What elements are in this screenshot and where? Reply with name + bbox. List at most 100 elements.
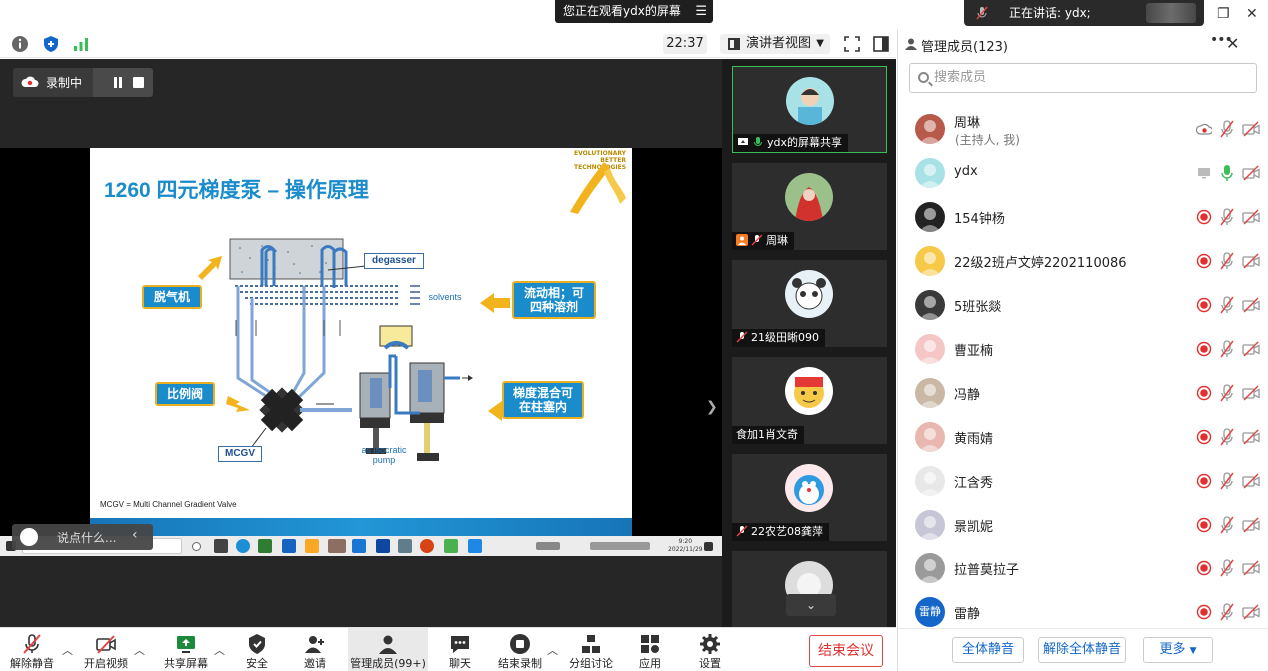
remote-app-icon xyxy=(282,539,296,553)
pump-diagram xyxy=(198,238,520,461)
meeting-clock: 22:37 xyxy=(663,34,707,54)
start-video-button[interactable]: 开启视频 xyxy=(80,628,132,671)
mic-muted-icon[interactable] xyxy=(1219,208,1235,226)
member-search-input[interactable]: 搜索成员 xyxy=(909,63,1257,93)
member-row[interactable]: 雷静 雷静 xyxy=(898,591,1268,633)
apps-icon xyxy=(641,635,659,653)
chat-button[interactable]: 聊天 xyxy=(440,628,480,671)
unmute-button[interactable]: 解除静音 xyxy=(6,628,58,671)
mic-muted-icon[interactable] xyxy=(1219,472,1235,490)
recording-dot-icon xyxy=(1196,385,1212,401)
chat-label: 聊天 xyxy=(449,657,471,670)
chevron-left-icon[interactable]: ‹ xyxy=(132,527,138,543)
remote-app-icon xyxy=(398,539,412,553)
more-button[interactable]: 更多 ▼ xyxy=(1143,637,1213,663)
collapse-video-icon[interactable]: ❯ xyxy=(706,399,718,415)
settings-button[interactable]: 设置 xyxy=(690,628,730,671)
end-meeting-button[interactable]: 结束会议 xyxy=(809,635,883,667)
video-tile[interactable]: 食加1肖文奇 xyxy=(732,357,887,444)
mic-options-caret[interactable]: ︿ xyxy=(62,642,73,658)
breakout-rooms-button[interactable]: 分组讨论 xyxy=(566,628,616,671)
member-row[interactable]: 黄雨婧 xyxy=(898,416,1268,458)
video-options-caret[interactable]: ︿ xyxy=(134,642,145,658)
member-row[interactable]: 周琳 (主持人, 我) xyxy=(898,108,1268,150)
manage-participants-button[interactable]: 管理成员(99+) xyxy=(348,628,428,671)
fullscreen-icon[interactable] xyxy=(843,35,861,53)
emoji-icon[interactable] xyxy=(20,528,38,546)
gear-icon xyxy=(700,634,720,654)
mic-muted-icon[interactable] xyxy=(1219,428,1235,446)
mic-muted-icon[interactable] xyxy=(1219,252,1235,270)
member-row[interactable]: 冯静 xyxy=(898,372,1268,414)
video-off-icon[interactable] xyxy=(1242,473,1260,489)
member-row[interactable]: 江含秀 xyxy=(898,460,1268,502)
invite-button[interactable]: 邀请 xyxy=(294,628,336,671)
close-panel-icon[interactable]: ✕ xyxy=(1226,34,1239,53)
mic-muted-icon[interactable] xyxy=(1219,120,1235,138)
shield-icon[interactable] xyxy=(42,35,60,53)
video-off-icon[interactable] xyxy=(1242,121,1260,137)
security-button[interactable]: 安全 xyxy=(236,628,278,671)
video-off-icon[interactable] xyxy=(1242,385,1260,401)
video-off-icon[interactable] xyxy=(1242,560,1260,576)
quick-chat-bar[interactable]: 说点什么... ‹ xyxy=(12,524,153,550)
video-off-icon[interactable] xyxy=(1242,341,1260,357)
member-row[interactable]: ydx xyxy=(898,152,1268,194)
video-off-icon[interactable] xyxy=(1242,209,1260,225)
unmute-all-button[interactable]: 解除全体静音 xyxy=(1038,637,1126,663)
mute-all-button[interactable]: 全体静音 xyxy=(952,637,1024,663)
mic-muted-icon[interactable] xyxy=(1219,384,1235,402)
video-tile[interactable]: ydx的屏幕共享 xyxy=(732,66,887,153)
pause-recording-button[interactable] xyxy=(114,77,117,88)
share-screen-button[interactable]: 共享屏幕 xyxy=(160,628,212,671)
watching-indicator[interactable]: 您正在观看ydx的屏幕 ☰ xyxy=(555,0,713,23)
avatar xyxy=(915,114,945,144)
info-icon[interactable] xyxy=(11,35,29,53)
apps-button[interactable]: 应用 xyxy=(630,628,670,671)
mic-muted-icon[interactable] xyxy=(1219,296,1235,314)
video-off-icon[interactable] xyxy=(1242,253,1260,269)
close-window-icon[interactable]: ✕ xyxy=(1246,6,1258,22)
remote-tray-icons xyxy=(536,542,560,550)
video-off-icon[interactable] xyxy=(1242,604,1260,620)
mic-muted-icon[interactable] xyxy=(1219,559,1235,577)
video-tile[interactable]: 周琳 xyxy=(732,163,887,250)
sidebar-toggle-icon[interactable] xyxy=(872,35,890,53)
video-off-icon[interactable] xyxy=(1242,517,1260,533)
video-off-icon[interactable] xyxy=(1242,165,1260,181)
signal-icon[interactable] xyxy=(72,35,90,53)
scroll-down-button[interactable]: ⌄ xyxy=(786,594,836,616)
member-row[interactable]: 154钟杨 xyxy=(898,196,1268,238)
mic-muted-icon[interactable] xyxy=(1219,340,1235,358)
member-row[interactable]: 22级2班卢文婷2202110086 xyxy=(898,240,1268,282)
member-row[interactable]: 拉普莫拉子 xyxy=(898,547,1268,589)
cloud-record-icon xyxy=(1196,123,1212,135)
video-tile-name-text: ydx的屏幕共享 xyxy=(767,136,843,149)
stop-recording-button[interactable]: 结束录制 xyxy=(494,628,546,671)
remote-date: 2022/11/29 xyxy=(668,546,703,553)
video-tile[interactable]: 21级田晰090 xyxy=(732,260,887,347)
member-row[interactable]: 曹亚楠 xyxy=(898,328,1268,370)
slide-footnote: MCGV = Multi Channel Gradient Valve xyxy=(100,500,237,509)
video-tile[interactable]: 22农艺08龚萍 xyxy=(732,454,887,541)
panel-header: 管理成员(123) ••• ✕ xyxy=(898,30,1268,58)
menu-icon[interactable]: ☰ xyxy=(695,0,707,23)
cloud-record-icon xyxy=(21,76,39,87)
stop-recording-button[interactable] xyxy=(133,77,144,88)
mic-muted-icon[interactable] xyxy=(1219,516,1235,534)
member-name: 曹亚楠 xyxy=(954,344,994,359)
video-off-icon[interactable] xyxy=(1242,297,1260,313)
share-options-caret[interactable]: ︿ xyxy=(214,642,225,658)
recording-dot-icon xyxy=(1196,473,1212,489)
remote-task-icon xyxy=(192,542,201,551)
mic-on-icon[interactable] xyxy=(1219,164,1235,182)
recording-controls xyxy=(93,68,153,97)
mic-muted-icon[interactable] xyxy=(1219,603,1235,621)
record-options-caret[interactable]: ︿ xyxy=(547,642,558,658)
video-off-icon[interactable] xyxy=(1242,429,1260,445)
member-row[interactable]: 景凯妮 xyxy=(898,504,1268,546)
avatar xyxy=(785,173,833,221)
view-mode-dropdown[interactable]: 演讲者视图 ▼ xyxy=(720,34,830,54)
member-row[interactable]: 5班张燚 xyxy=(898,284,1268,326)
restore-window-icon[interactable]: ❐ xyxy=(1217,6,1230,22)
